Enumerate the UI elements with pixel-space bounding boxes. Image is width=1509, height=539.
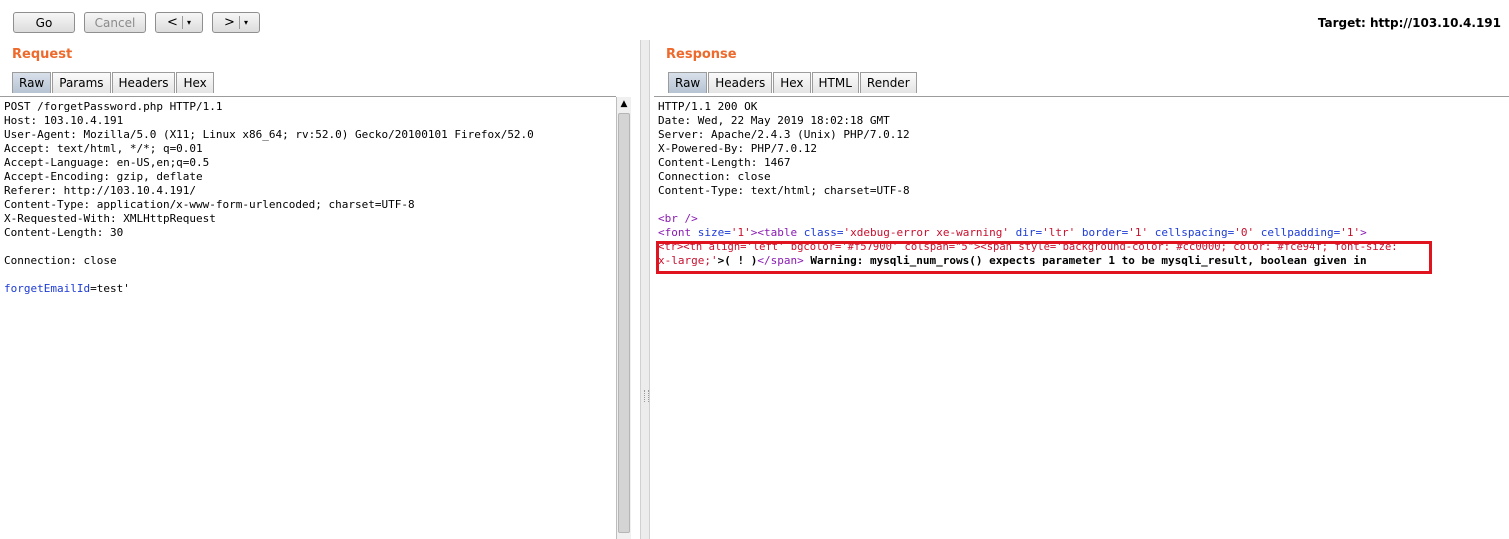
forward-arrow-icon: > (224, 15, 235, 30)
back-arrow-icon: < (167, 15, 178, 30)
tag-close: > (1360, 226, 1367, 239)
attr-name: cellpadding= (1254, 226, 1341, 239)
request-line: Referer: http://103.10.4.191/ (4, 184, 197, 197)
target-label[interactable]: Target: http://103.10.4.191 (1318, 16, 1501, 30)
span-close-tag: </span> (757, 254, 804, 267)
scroll-up-arrow-icon[interactable]: ▲ (617, 97, 631, 111)
button-separator (181, 16, 183, 29)
button-separator (238, 16, 240, 29)
chevron-down-icon: ▾ (243, 18, 248, 27)
cancel-button[interactable]: Cancel (84, 12, 146, 33)
grip-icon (644, 390, 649, 402)
attr-value: 'ltr' (1042, 226, 1076, 239)
attr-value: 'xdebug-error xe-warning' (843, 226, 1010, 239)
response-tab-headers[interactable]: Headers (708, 72, 773, 93)
response-editor[interactable]: HTTP/1.1 200 OK Date: Wed, 22 May 2019 1… (654, 96, 1509, 539)
response-line: Date: Wed, 22 May 2019 18:02:18 GMT (658, 114, 890, 127)
attr-value: '1' (730, 226, 751, 239)
go-button[interactable]: Go (13, 12, 75, 33)
request-line: Accept: text/html, */*; q=0.01 (4, 142, 203, 155)
response-line: HTTP/1.1 200 OK (658, 100, 758, 113)
response-line: Connection: close (658, 170, 771, 183)
request-line: POST /forgetPassword.php HTTP/1.1 (4, 100, 223, 113)
attr-name: class= (803, 226, 844, 239)
attr-value: '1' (1128, 226, 1149, 239)
response-tab-render[interactable]: Render (859, 72, 917, 93)
split-pane-divider[interactable] (640, 40, 650, 539)
table-tag: ><table (750, 226, 804, 239)
attr-value: x-large;' (658, 254, 718, 267)
back-button[interactable]: < ▾ (155, 12, 203, 33)
response-tab-html[interactable]: HTML (811, 72, 859, 93)
response-line: Server: Apache/2.4.3 (Unix) PHP/7.0.12 (658, 128, 910, 141)
request-tab-hex[interactable]: Hex (176, 72, 214, 93)
request-tab-params[interactable]: Params (52, 72, 111, 93)
request-editor[interactable]: POST /forgetPassword.php HTTP/1.1 Host: … (0, 96, 616, 539)
attr-value: '0' (1234, 226, 1255, 239)
request-line: Connection: close (4, 254, 117, 267)
response-title: Response (666, 47, 737, 62)
forward-button[interactable]: > ▾ (212, 12, 260, 33)
response-line: Content-Type: text/html; charset=UTF-8 (658, 184, 910, 197)
request-title: Request (12, 47, 73, 62)
request-tab-raw[interactable]: Raw (12, 72, 52, 93)
request-line: User-Agent: Mozilla/5.0 (X11; Linux x86_… (4, 128, 534, 141)
response-line-tr: <tr><th align='left' bgcolor='#f57900' c… (658, 241, 1398, 253)
response-tab-raw[interactable]: Raw (668, 72, 708, 93)
warning-message: Warning: mysqli_num_rows() expects param… (803, 254, 1367, 267)
response-line: X-Powered-By: PHP/7.0.12 (658, 142, 817, 155)
request-tabs: Raw Params Headers Hex (12, 72, 215, 93)
attr-name: dir= (1009, 226, 1043, 239)
attr-name: cellspacing= (1148, 226, 1235, 239)
request-line: Host: 103.10.4.191 (4, 114, 124, 127)
toolbar: Go Cancel < ▾ > ▾ Target: http://103.10.… (0, 0, 1509, 40)
response-line: Content-Length: 1467 (658, 156, 791, 169)
warning-mark: >( ! ) (717, 254, 758, 267)
request-line: Content-Length: 30 (4, 226, 124, 239)
response-tabs: Raw Headers Hex HTML Render (668, 72, 918, 93)
request-line: Accept-Language: en-US,en;q=0.5 (4, 156, 210, 169)
request-line: Accept-Encoding: gzip, deflate (4, 170, 203, 183)
font-tag: <font (658, 226, 698, 239)
body-param-value: =test' (90, 282, 130, 295)
request-text: POST /forgetPassword.php HTTP/1.1 Host: … (0, 97, 616, 299)
body-param-name: forgetEmailId (4, 282, 91, 295)
request-line: X-Requested-With: XMLHttpRequest (4, 212, 216, 225)
response-text: HTTP/1.1 200 OK Date: Wed, 22 May 2019 1… (654, 97, 1509, 271)
request-line: Content-Type: application/x-www-form-url… (4, 198, 415, 211)
attr-name: border= (1075, 226, 1129, 239)
request-scrollbar[interactable]: ▲ (616, 97, 631, 539)
attr-name: size= (697, 226, 731, 239)
response-tab-hex[interactable]: Hex (773, 72, 811, 93)
request-tab-headers[interactable]: Headers (111, 72, 176, 93)
attr-value: '1' (1340, 226, 1361, 239)
scroll-thumb[interactable] (618, 113, 630, 533)
chevron-down-icon: ▾ (186, 18, 191, 27)
br-tag: <br /> (658, 212, 698, 225)
